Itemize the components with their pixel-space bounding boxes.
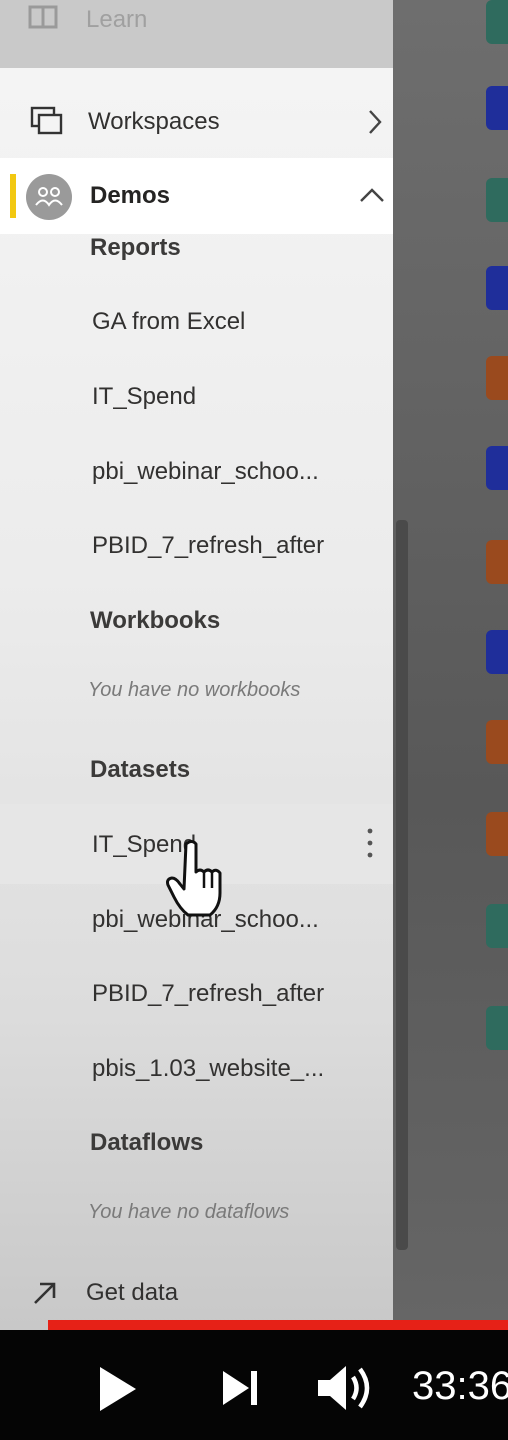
dataflows-heading: Dataflows (90, 1129, 204, 1156)
report-tile[interactable] (486, 86, 508, 130)
report-tile[interactable] (486, 178, 508, 222)
arrow-up-right-icon (34, 1282, 56, 1304)
hand-cursor-icon (166, 840, 222, 917)
dataflows-empty-text: You have no dataflows (88, 1201, 290, 1223)
get-data-link[interactable]: Get data (86, 1279, 178, 1307)
workbooks-empty-text: You have no workbooks (88, 679, 301, 701)
workbooks-heading: Workbooks (90, 607, 221, 634)
dataset-item[interactable]: PBID_7_refresh_after (92, 980, 324, 1008)
active-indicator (10, 174, 16, 218)
more-options-icon[interactable] (362, 826, 378, 860)
learn-label[interactable]: Learn (86, 6, 147, 34)
report-tile[interactable] (486, 720, 508, 764)
report-tile[interactable] (486, 812, 508, 856)
report-tile[interactable] (486, 904, 508, 948)
chevron-right-icon[interactable] (366, 108, 384, 136)
volume-icon[interactable] (316, 1360, 376, 1416)
active-workspace-row[interactable]: Demos (0, 158, 393, 234)
player-controls: 33:36 (0, 1330, 508, 1440)
active-workspace-label: Demos (90, 182, 171, 209)
report-tile[interactable] (486, 630, 508, 674)
reports-heading: Reports (90, 234, 181, 261)
workspaces-nav-item[interactable]: Workspaces (88, 108, 220, 136)
report-tile[interactable] (486, 0, 508, 44)
report-tile[interactable] (486, 1006, 508, 1050)
sidebar-scrollbar[interactable] (396, 520, 408, 1250)
report-item[interactable]: PBID_7_refresh_after (92, 532, 324, 560)
play-icon[interactable] (96, 1364, 140, 1414)
dataset-item[interactable]: pbis_1.03_website_... (92, 1055, 324, 1083)
workspace-avatar (26, 174, 72, 220)
report-tile[interactable] (486, 446, 508, 490)
report-tile[interactable] (486, 266, 508, 310)
video-frame: Learn Workspaces Demos Reports GA from E… (0, 0, 508, 1330)
book-icon (28, 5, 58, 29)
report-item[interactable]: IT_Spend (92, 383, 196, 411)
datasets-heading: Datasets (90, 756, 191, 783)
report-tile[interactable] (486, 356, 508, 400)
video-time: 33:36 (412, 1364, 508, 1408)
report-item[interactable]: GA from Excel (92, 308, 245, 336)
workspaces-icon (30, 106, 63, 135)
chevron-up-icon[interactable] (358, 186, 386, 204)
report-tile[interactable] (486, 540, 508, 584)
report-item[interactable]: pbi_webinar_schoo... (92, 458, 319, 486)
people-icon (35, 187, 63, 207)
next-icon[interactable] (220, 1368, 260, 1408)
